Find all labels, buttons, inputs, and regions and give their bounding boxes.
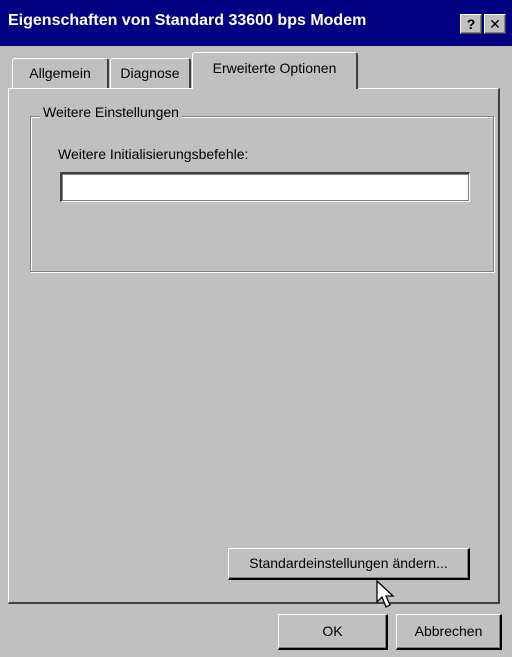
button-label: Standardeinstellungen ändern...: [249, 555, 448, 571]
tab-allgemein[interactable]: Allgemein: [12, 58, 109, 88]
tab-label: Erweiterte Optionen: [212, 60, 337, 76]
button-label: Abbrechen: [414, 623, 483, 639]
change-defaults-button[interactable]: Standardeinstellungen ändern...: [228, 548, 470, 580]
help-button[interactable]: ?: [460, 14, 482, 34]
tab-label: Allgemein: [29, 65, 91, 81]
tab-erweiterte-optionen[interactable]: Erweiterte Optionen: [192, 52, 358, 89]
button-label: OK: [322, 623, 343, 639]
init-commands-label: Weitere Initialisierungsbefehle:: [58, 146, 249, 162]
window-title: Eigenschaften von Standard 33600 bps Mod…: [8, 12, 367, 29]
help-icon: ?: [466, 16, 476, 32]
tab-label: Diagnose: [120, 65, 180, 81]
mouse-cursor-icon: [376, 580, 395, 608]
close-icon: ✕: [489, 16, 501, 32]
init-commands-input[interactable]: [60, 172, 470, 202]
close-button[interactable]: ✕: [484, 14, 506, 34]
groupbox-legend: Weitere Einstellungen: [40, 104, 182, 120]
ok-button[interactable]: OK: [278, 614, 388, 650]
title-bar[interactable]: Eigenschaften von Standard 33600 bps Mod…: [0, 0, 512, 46]
cancel-button[interactable]: Abbrechen: [396, 614, 502, 650]
tab-diagnose[interactable]: Diagnose: [110, 58, 191, 88]
